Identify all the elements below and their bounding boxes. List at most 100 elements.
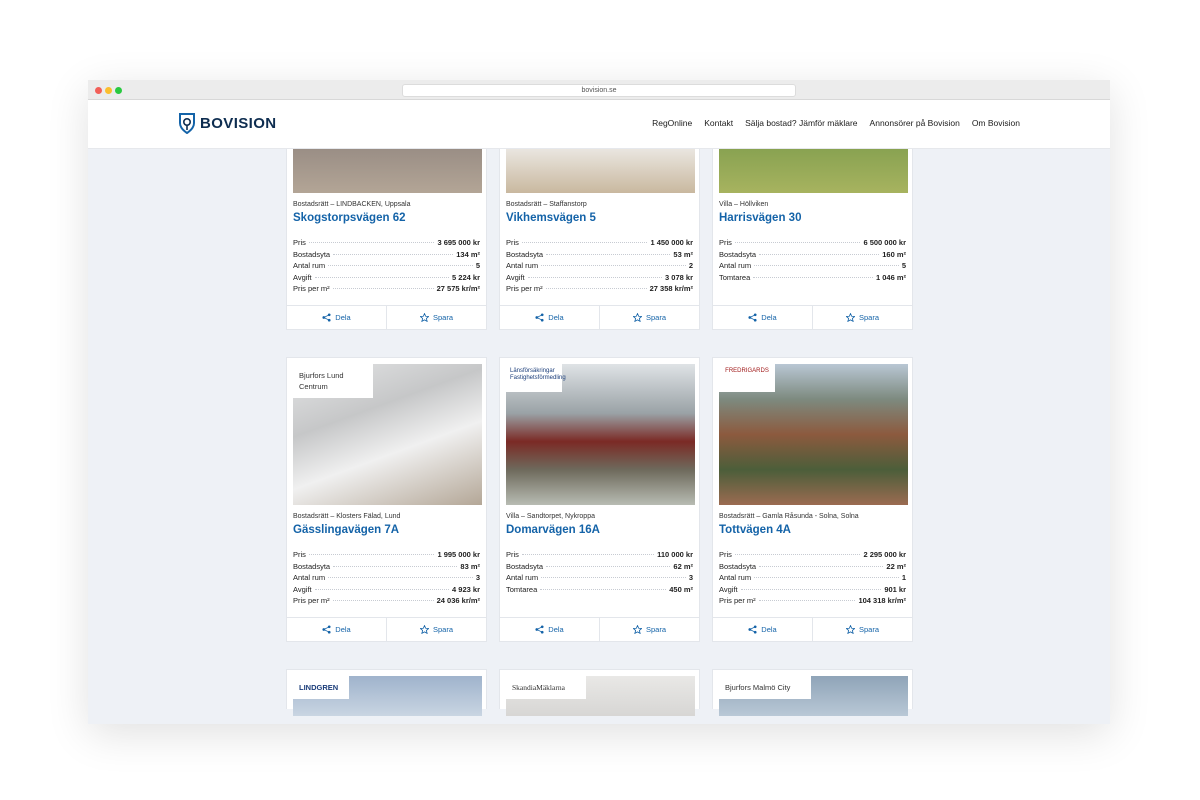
share-button[interactable]: Dela — [713, 618, 812, 641]
site-header: BOVISION RegOnline Kontakt Sälja bostad?… — [88, 100, 1110, 149]
listing-photo[interactable]: Bjurfors Lund Centrum — [293, 364, 482, 505]
spec-label: Pris — [293, 550, 306, 559]
spec-label: Avgift — [506, 272, 525, 282]
save-button[interactable]: Spara — [812, 618, 912, 641]
save-button[interactable]: Spara — [599, 618, 699, 641]
listing-photo[interactable]: SkandiaMäklarna — [506, 676, 695, 716]
spec-label: Bostadsyta — [506, 561, 544, 571]
listing-photo[interactable] — [506, 149, 695, 193]
spec-label: Antal rum — [293, 261, 326, 270]
star-icon — [845, 313, 855, 322]
listing-title[interactable]: Domarvägen 16A — [506, 524, 693, 536]
listing-photo[interactable] — [293, 149, 482, 193]
minimize-window-dot[interactable] — [105, 87, 112, 94]
agency-logo: Länsförsäkringar Fastighetsförmedling — [506, 364, 566, 392]
spec-label: Pris — [719, 550, 732, 559]
listing-card[interactable]: Bjurfors Lund Centrum Bostadsrätt – Klost… — [286, 357, 487, 642]
spec-row: Antal rum 5 — [293, 261, 480, 273]
share-button[interactable]: Dela — [500, 306, 599, 329]
save-button[interactable]: Spara — [386, 618, 486, 641]
listing-specs: Pris 1 450 000 kr Bostadsyta 53 m² Antal rum… — [506, 238, 693, 296]
listing-specs: Pris 1 995 000 kr Bostadsyta 83 m² Antal rum… — [293, 550, 480, 608]
listing-title[interactable]: Gässlingavägen 7A — [293, 524, 480, 536]
listing-title[interactable]: Harrisvägen 30 — [719, 212, 906, 224]
spec-label: Pris — [506, 238, 519, 247]
agency-label: Bjurfors Malmö City — [719, 676, 811, 699]
listing-photo[interactable]: Bjurfors Malmö City — [719, 676, 908, 716]
listing-photo[interactable]: FREDRIGARDS — [719, 364, 908, 505]
nav-regonline[interactable]: RegOnline — [652, 118, 692, 128]
spec-leader — [314, 276, 450, 278]
nav-annonsorer[interactable]: Annonsörer på Bovision — [870, 118, 960, 128]
listing-card-partial[interactable]: SkandiaMäklarna — [499, 669, 700, 716]
listing-type-location: Bostadsrätt – Gamla Råsunda - Solna, Sol… — [719, 513, 859, 520]
nav-salja-bostad[interactable]: Sälja bostad? Jämför mäklare — [745, 118, 857, 128]
spec-row: Bostadsyta 62 m² — [506, 562, 693, 574]
save-button[interactable]: Spara — [599, 306, 699, 329]
bovision-logo[interactable]: BOVISION — [178, 112, 277, 134]
listing-type-location: Bostadsrätt – Staffanstorp — [506, 201, 587, 208]
spec-value: 5 — [901, 261, 906, 270]
star-icon — [632, 313, 642, 322]
listing-photo[interactable] — [719, 149, 908, 193]
spec-leader — [308, 554, 435, 555]
spec-row: Bostadsyta 134 m² — [293, 250, 480, 262]
address-bar[interactable]: bovision.se — [402, 84, 796, 97]
listing-card[interactable]: Bostadsrätt – LINDBACKEN, Uppsala Skogsto… — [286, 149, 487, 330]
spec-value: 24 036 kr/m² — [436, 596, 480, 605]
spec-leader — [332, 600, 434, 601]
spec-leader — [541, 265, 686, 266]
card-actions: Dela Spara — [287, 617, 486, 641]
spec-value: 2 295 000 kr — [863, 550, 906, 559]
listing-photo[interactable]: Länsförsäkringar Fastighetsförmedling — [506, 364, 695, 505]
spec-row: Pris 6 500 000 kr — [719, 238, 906, 250]
spec-leader — [328, 577, 473, 578]
share-icon — [535, 313, 544, 322]
spec-row: Pris 1 450 000 kr — [506, 238, 693, 250]
close-window-dot[interactable] — [95, 87, 102, 94]
spec-value: 4 923 kr — [452, 584, 480, 594]
listing-card-partial[interactable]: Bjurfors Malmö City — [712, 669, 913, 716]
spec-label: Pris — [506, 550, 519, 559]
share-button[interactable]: Dela — [713, 306, 812, 329]
spec-row: Tomtarea 450 m² — [506, 585, 693, 597]
spec-label: Avgift — [293, 584, 312, 594]
listing-card[interactable]: FREDRIGARDS Bostadsrätt – Gamla Råsunda -… — [712, 357, 913, 642]
listing-card[interactable]: Länsförsäkringar Fastighetsförmedling Vil… — [499, 357, 700, 642]
share-icon — [748, 313, 757, 322]
listing-info: Bostadsrätt – LINDBACKEN, Uppsala Skogsto… — [293, 201, 480, 296]
listing-card[interactable]: Bostadsrätt – Staffanstorp Vikhemsvägen 5… — [499, 149, 700, 330]
listing-title[interactable]: Skogstorpsvägen 62 — [293, 212, 480, 224]
listing-photo[interactable]: LINDGREN — [293, 676, 482, 716]
listing-card-partial[interactable]: LINDGREN — [286, 669, 487, 716]
nav-kontakt[interactable]: Kontakt — [704, 118, 733, 128]
save-button[interactable]: Spara — [812, 306, 912, 329]
spec-label: Pris — [293, 238, 306, 247]
save-button[interactable]: Spara — [386, 306, 486, 329]
spec-value: 27 358 kr/m² — [649, 284, 693, 293]
star-icon — [845, 625, 855, 634]
spec-row: Pris 110 000 kr — [506, 550, 693, 562]
agency-label: LINDGREN — [293, 676, 349, 699]
spec-label: Bostadsyta — [506, 249, 544, 259]
spec-leader — [545, 288, 647, 289]
share-button[interactable]: Dela — [287, 618, 386, 641]
spec-row: Avgift 4 923 kr — [293, 585, 480, 597]
listing-info: Bostadsrätt – Staffanstorp Vikhemsvägen 5… — [506, 201, 693, 296]
nav-om-bovision[interactable]: Om Bovision — [972, 118, 1020, 128]
spec-value: 134 m² — [456, 249, 480, 259]
share-button[interactable]: Dela — [287, 306, 386, 329]
spec-value: 450 m² — [669, 584, 693, 594]
listing-title[interactable]: Vikhemsvägen 5 — [506, 212, 693, 224]
spec-label: Pris per m² — [293, 284, 330, 293]
card-actions: Dela Spara — [713, 305, 912, 329]
share-button[interactable]: Dela — [500, 618, 599, 641]
spec-leader — [540, 588, 667, 590]
spec-leader — [759, 253, 880, 255]
listing-title[interactable]: Tottvägen 4A — [719, 524, 906, 536]
spec-row: Pris 1 995 000 kr — [293, 550, 480, 562]
maximize-window-dot[interactable] — [115, 87, 122, 94]
spec-leader — [754, 265, 899, 266]
spec-value: 3 — [475, 573, 480, 582]
listing-card[interactable]: Villa – Höllviken Harrisvägen 30 Pris 6 500… — [712, 149, 913, 330]
